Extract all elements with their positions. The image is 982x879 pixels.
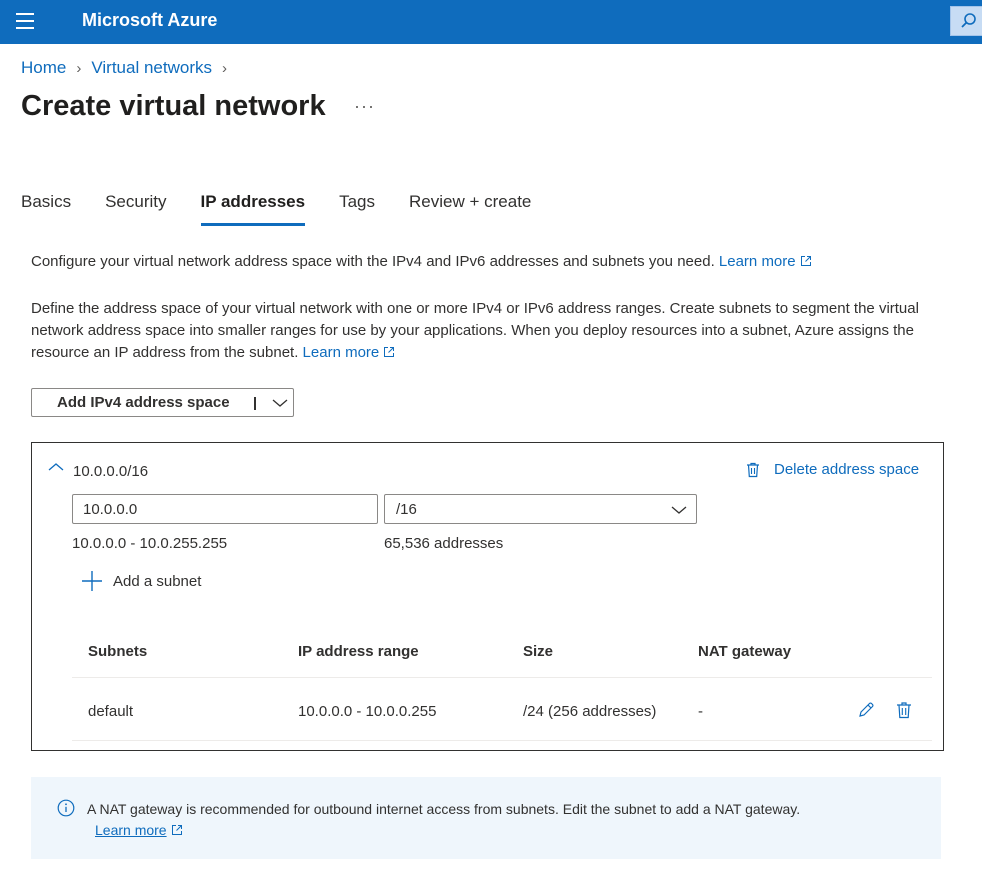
subnet-size: /24 (256 addresses) [523,703,657,720]
chevron-up-icon[interactable] [48,461,64,473]
subnet-nat-gateway: - [698,703,703,720]
info-message-text: A NAT gateway is recommended for outboun… [87,801,801,817]
column-header-subnets: Subnets [88,643,148,660]
info-message: A NAT gateway is recommended for outboun… [87,799,807,841]
table-divider [72,740,932,741]
page-title: Create virtual network [21,90,326,122]
column-header-nat-gateway: NAT gateway [698,643,792,660]
chevron-right-icon: › [222,59,227,77]
chevron-right-icon: › [76,59,82,77]
add-ipv4-address-space-label: Add IPv4 address space [57,394,230,411]
info-icon [57,799,75,817]
intro-learn-more-label: Learn more [718,253,796,270]
more-options-button[interactable]: ··· [354,96,375,117]
breadcrumb-virtual-networks-link[interactable]: Virtual networks [91,58,212,78]
address-count-text: 65,536 addresses [384,535,504,552]
search-button[interactable] [950,6,982,36]
subnet-range: 10.0.0.0 - 10.0.0.255 [298,703,437,720]
chevron-down-icon[interactable] [272,397,288,409]
address-prefix-value: /16 [396,501,417,518]
table-divider [72,677,932,678]
external-link-icon [171,825,182,835]
description-text: Define the address space of your virtual… [31,300,919,361]
description-learn-more-link[interactable]: Learn more [303,344,396,361]
intro-text: Configure your virtual network address s… [31,253,715,270]
address-space-name: 10.0.0.0/16 [73,463,149,480]
delete-address-space-label: Delete address space [774,461,920,478]
column-header-ip-range: IP address range [298,643,419,660]
breadcrumb: Home › Virtual networks › [21,58,237,78]
tab-basics[interactable]: Basics [21,192,71,226]
add-subnet-label: Add a subnet [113,572,202,590]
plus-icon [82,571,102,591]
trash-icon[interactable] [896,701,912,719]
description-learn-more-label: Learn more [302,344,380,361]
address-range-text: 10.0.0.0 - 10.0.255.255 [72,535,228,552]
info-learn-more-label: Learn more [95,822,167,838]
add-ipv4-address-space-button[interactable]: Add IPv4 address space [31,388,294,417]
intro-learn-more-link[interactable]: Learn more [719,253,812,270]
intro-paragraph: Configure your virtual network address s… [31,251,951,273]
info-learn-more-link[interactable]: Learn more [95,822,167,838]
column-header-size: Size [523,643,554,660]
external-link-icon [800,256,811,266]
breadcrumb-home-link[interactable]: Home [21,58,66,78]
tab-bar: Basics Security IP addresses Tags Review… [21,192,565,226]
split-divider [254,397,256,410]
address-prefix-dropdown[interactable]: /16 [384,494,697,524]
tab-ip-addresses[interactable]: IP addresses [200,192,305,226]
external-link-icon [384,347,395,357]
starting-address-input[interactable] [72,494,378,524]
description-paragraph: Define the address space of your virtual… [31,298,951,364]
tab-tags[interactable]: Tags [339,192,375,226]
delete-address-space-button[interactable]: Delete address space [746,461,919,478]
tab-review-create[interactable]: Review + create [409,192,531,226]
subnet-name-link[interactable]: default [88,703,133,720]
chevron-down-icon [671,506,687,514]
nat-gateway-info-bar: A NAT gateway is recommended for outboun… [31,777,941,859]
trash-icon [747,462,759,477]
address-space-panel: 10.0.0.0/16 Delete address space /16 10.… [31,442,944,751]
tab-security[interactable]: Security [105,192,166,226]
search-icon [961,13,976,28]
brand-title[interactable]: Microsoft Azure [82,10,217,31]
hamburger-menu-icon[interactable] [16,13,36,29]
edit-pencil-icon[interactable] [857,701,875,719]
top-bar: Microsoft Azure [0,0,982,44]
add-subnet-button[interactable]: Add a subnet [81,570,201,592]
